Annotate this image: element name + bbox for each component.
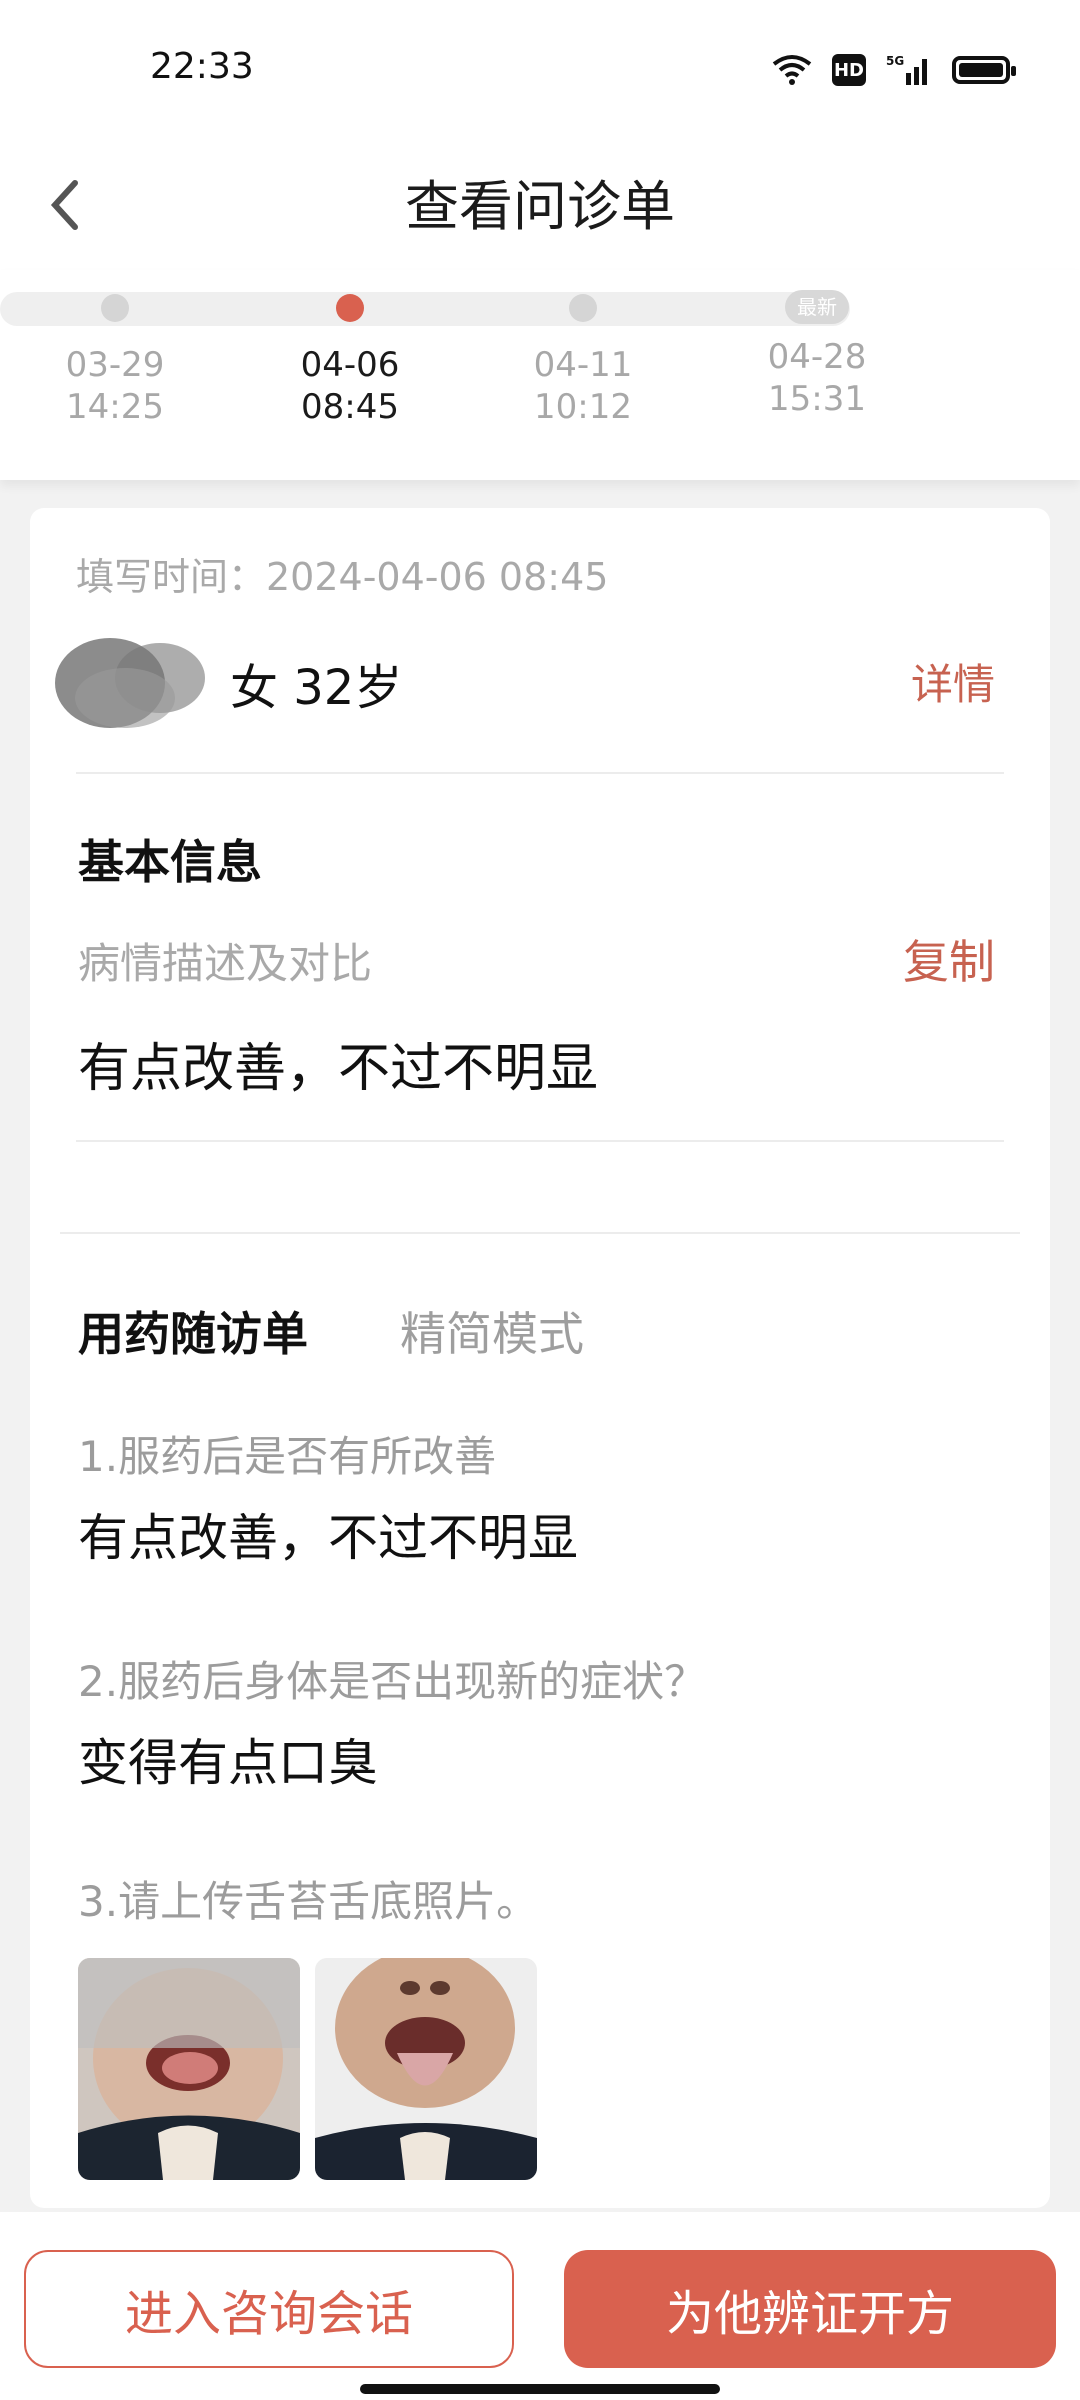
tongue-photo-image — [315, 1958, 537, 2180]
hd-icon: HD — [832, 54, 866, 86]
patient-info: 女 32岁 — [230, 660, 403, 716]
timeline-date: 03-29 — [65, 345, 165, 385]
timeline-date: 04-06 — [300, 345, 400, 385]
simple-mode-toggle[interactable]: 精简模式 — [400, 1298, 584, 1364]
timeline-item[interactable]: 03-29 14:25 — [25, 288, 205, 428]
divider — [76, 1140, 1004, 1142]
enter-chat-button[interactable]: 进入咨询会话 — [24, 2250, 514, 2368]
svg-text:5G: 5G — [886, 54, 904, 68]
status-bar: 22:33 HD 5G — [0, 0, 1080, 140]
status-time: 22:33 — [150, 46, 254, 87]
latest-badge: 最新 — [785, 290, 849, 324]
tongue-photo-image — [78, 1958, 300, 2180]
tongue-photo[interactable] — [78, 1958, 300, 2180]
followup-title: 用药随访单 — [78, 1307, 308, 1361]
header: 查看问诊单 — [0, 140, 1080, 290]
battery-icon — [952, 56, 1016, 84]
prescribe-button[interactable]: 为他辨证开方 — [564, 2250, 1056, 2368]
divider — [60, 1232, 1020, 1234]
answer-1: 有点改善，不过不明显 — [78, 1509, 578, 1567]
timeline-dot-active — [336, 294, 364, 322]
basic-info-title: 基本信息 — [78, 835, 262, 889]
avatar — [55, 638, 205, 728]
timeline-dot — [101, 294, 129, 322]
visit-timeline: 03-29 14:25 04-06 08:45 04-11 10:12 最新 0… — [0, 270, 1080, 480]
fill-time: 填写时间：2024-04-06 08:45 — [76, 555, 609, 599]
timeline-dot — [569, 294, 597, 322]
timeline-time: 08:45 — [301, 387, 399, 427]
timeline-time: 10:12 — [534, 387, 632, 427]
detail-link[interactable]: 详情 — [911, 651, 995, 712]
timeline-item[interactable]: 04-11 10:12 — [493, 288, 673, 428]
wifi-icon — [772, 55, 812, 85]
divider — [76, 772, 1004, 774]
question-1: 1.服药后是否有所改善 — [78, 1432, 497, 1481]
answer-2: 变得有点口臭 — [78, 1734, 378, 1792]
signal-icon: 5G — [886, 54, 927, 85]
copy-button[interactable]: 复制 — [903, 926, 995, 992]
timeline-item-latest[interactable]: 最新 04-28 15:31 — [727, 288, 907, 420]
timeline-date: 04-28 — [767, 337, 867, 377]
timeline-item-active[interactable]: 04-06 08:45 — [260, 288, 440, 428]
tongue-photo[interactable] — [315, 1958, 537, 2180]
timeline-time: 14:25 — [66, 387, 164, 427]
question-3: 3.请上传舌苔舌底照片。 — [78, 1877, 539, 1926]
consultation-card: 填写时间：2024-04-06 08:45 女 32岁 详情 基本信息 病情描述… — [30, 508, 1050, 2208]
condition-value: 有点改善，不过不明显 — [78, 1039, 599, 1099]
bottom-action-bar: 进入咨询会话 为他辨证开方 — [0, 2212, 1080, 2400]
home-indicator[interactable] — [360, 2384, 720, 2394]
status-icons: HD 5G — [772, 50, 1016, 90]
timeline-date: 04-11 — [533, 345, 633, 385]
page-title: 查看问诊单 — [405, 175, 675, 238]
timeline-time: 15:31 — [768, 379, 866, 419]
question-2: 2.服药后身体是否出现新的症状？ — [78, 1657, 707, 1706]
condition-label: 病情描述及对比 — [78, 939, 373, 988]
